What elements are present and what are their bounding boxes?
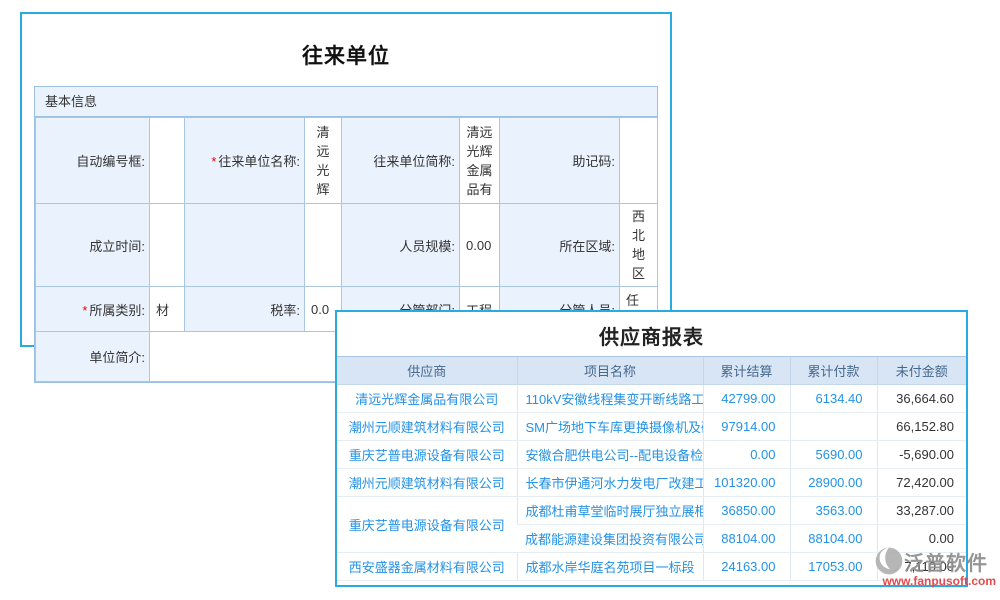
unpaid-amount: 33,287.00 [877, 497, 966, 525]
project-link[interactable]: SM广场地下车库更换摄像机及硬盘 [517, 413, 703, 441]
settled-amount: 24163.00 [703, 553, 790, 581]
required-asterisk: * [82, 303, 87, 318]
project-link[interactable]: 成都能源建设集团投资有限公司 [517, 525, 703, 553]
settled-amount: 88104.00 [703, 525, 790, 553]
unit-short-name-field[interactable]: 清远光辉金属品有 [460, 118, 500, 204]
unpaid-amount: -5,690.00 [877, 441, 966, 469]
empty-label-cell [185, 204, 305, 287]
settled-amount: 0.00 [703, 441, 790, 469]
founded-date-label: 成立时间: [36, 204, 150, 287]
fanpu-logo-icon [874, 546, 904, 576]
unpaid-amount: 36,664.60 [877, 385, 966, 413]
table-row: 西安盛器金属材料有限公司 成都水岸华庭名苑项目一标段 24163.00 1705… [337, 553, 966, 581]
paid-amount: 17053.00 [790, 553, 877, 581]
supplier-link[interactable]: 重庆艺普电源设备有限公司 [337, 497, 517, 553]
watermark-url-text: www.fanpusoft.com [874, 574, 996, 588]
project-link[interactable]: 成都水岸华庭名苑项目一标段 [517, 553, 703, 581]
column-header-unpaid[interactable]: 未付金额 [877, 357, 966, 385]
tax-rate-label: 税率: [185, 287, 305, 332]
paid-amount: 88104.00 [790, 525, 877, 553]
empty-value-cell[interactable] [305, 204, 342, 287]
supplier-link[interactable]: 清远光辉金属品有限公司 [337, 385, 517, 413]
staff-scale-label: 人员规模: [342, 204, 460, 287]
table-row: 潮州元顺建筑材料有限公司 长春市伊通河水力发电厂改建工程 101320.00 2… [337, 469, 966, 497]
vendor-watermark: 泛普软件 www.fanpusoft.com [874, 546, 996, 588]
supplier-link[interactable]: 潮州元顺建筑材料有限公司 [337, 413, 517, 441]
panel-title-partner-unit: 往来单位 [22, 14, 670, 70]
staff-scale-field[interactable]: 0.00 [460, 204, 500, 287]
supplier-report-table: 供应商 项目名称 累计结算 累计付款 未付金额 清远光辉金属品有限公司 110k… [337, 356, 966, 581]
supplier-link[interactable]: 潮州元顺建筑材料有限公司 [337, 469, 517, 497]
unit-short-name-label: 往来单位简称: [342, 118, 460, 204]
column-header-supplier[interactable]: 供应商 [337, 357, 517, 385]
project-link[interactable]: 长春市伊通河水力发电厂改建工程 [517, 469, 703, 497]
paid-amount: 5690.00 [790, 441, 877, 469]
paid-amount: 6134.40 [790, 385, 877, 413]
mnemonic-code-label: 助记码: [500, 118, 620, 204]
supplier-link[interactable]: 重庆艺普电源设备有限公司 [337, 441, 517, 469]
region-field[interactable]: 西北地区 [620, 204, 658, 287]
column-header-settled[interactable]: 累计结算 [703, 357, 790, 385]
project-link[interactable]: 安徽合肥供电公司--配电设备检修 [517, 441, 703, 469]
auto-number-label: 自动编号框: [36, 118, 150, 204]
panel-title-supplier-report: 供应商报表 [337, 312, 966, 356]
table-header-row: 供应商 项目名称 累计结算 累计付款 未付金额 [337, 357, 966, 385]
auto-number-field[interactable] [150, 118, 185, 204]
basic-info-section-header: 基本信息 [35, 87, 657, 117]
table-row: 清远光辉金属品有限公司 110kV安徽线程集变开断线路工程 42799.00 6… [337, 385, 966, 413]
column-header-project[interactable]: 项目名称 [517, 357, 703, 385]
region-label: 所在区域: [500, 204, 620, 287]
column-header-paid[interactable]: 累计付款 [790, 357, 877, 385]
required-asterisk: * [211, 154, 216, 169]
project-link[interactable]: 成都杜甫草堂临时展厅独立展柜 [517, 497, 703, 525]
settled-amount: 101320.00 [703, 469, 790, 497]
settled-amount: 42799.00 [703, 385, 790, 413]
unpaid-amount: 72,420.00 [877, 469, 966, 497]
category-label: *所属类别: [36, 287, 150, 332]
founded-date-field[interactable] [150, 204, 185, 287]
unit-name-label: *往来单位名称: [185, 118, 305, 204]
table-row: 潮州元顺建筑材料有限公司 SM广场地下车库更换摄像机及硬盘 97914.00 6… [337, 413, 966, 441]
watermark-brand-text: 泛普软件 [904, 547, 988, 576]
settled-amount: 97914.00 [703, 413, 790, 441]
partner-unit-panel: 往来单位 基本信息 自动编号框: *往来单位名称: 清远光辉 往来单位简称: 清… [20, 12, 672, 347]
unpaid-amount: 66,152.80 [877, 413, 966, 441]
paid-amount [790, 413, 877, 441]
category-field[interactable]: 材 [150, 287, 185, 332]
unit-name-field[interactable]: 清远光辉 [305, 118, 342, 204]
unit-intro-label: 单位简介: [36, 332, 150, 382]
paid-amount: 3563.00 [790, 497, 877, 525]
table-row: 重庆艺普电源设备有限公司 成都杜甫草堂临时展厅独立展柜 36850.00 356… [337, 497, 966, 525]
paid-amount: 28900.00 [790, 469, 877, 497]
settled-amount: 36850.00 [703, 497, 790, 525]
supplier-link[interactable]: 西安盛器金属材料有限公司 [337, 553, 517, 581]
table-row: 重庆艺普电源设备有限公司 安徽合肥供电公司--配电设备检修 0.00 5690.… [337, 441, 966, 469]
mnemonic-code-field[interactable] [620, 118, 658, 204]
project-link[interactable]: 110kV安徽线程集变开断线路工程 [517, 385, 703, 413]
